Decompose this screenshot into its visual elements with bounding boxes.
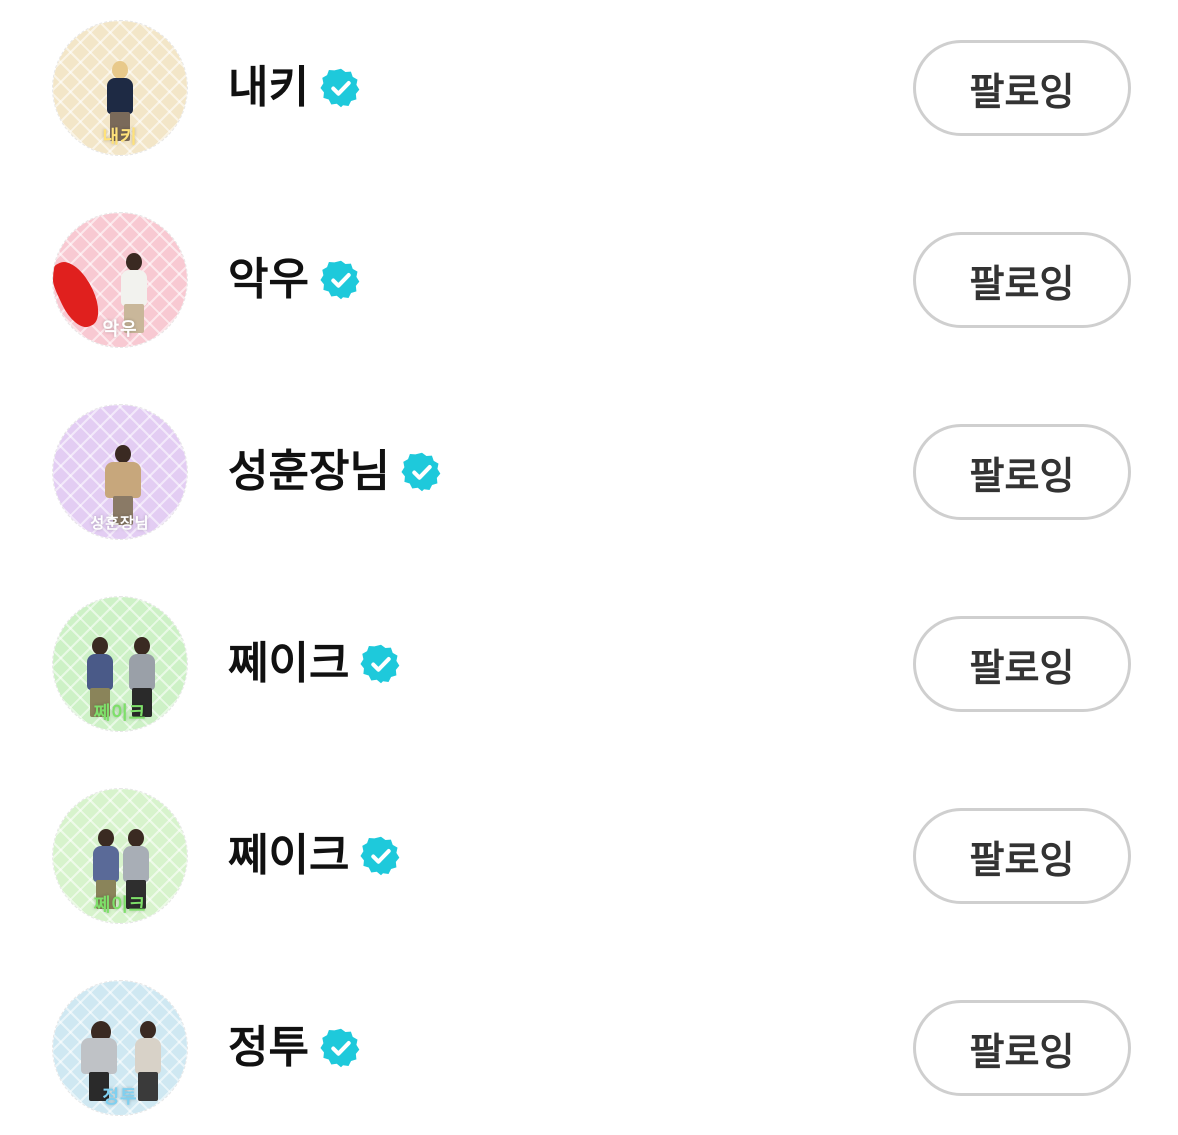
verified-badge-icon xyxy=(320,260,360,300)
list-item[interactable]: 성훈장님 성훈장님 팔로잉 xyxy=(0,404,1178,544)
list-item[interactable]: 정투 정투 팔로잉 xyxy=(0,980,1178,1120)
avatar[interactable]: 쩨이크 xyxy=(52,596,188,732)
avatar[interactable]: 내키 xyxy=(52,20,188,156)
username[interactable]: 쩨이크 xyxy=(228,636,349,692)
avatar-label: 성훈장님 xyxy=(90,514,150,532)
avatar-label: 쩨이크 xyxy=(93,703,147,724)
following-button[interactable]: 팔로잉 xyxy=(913,616,1131,712)
following-button[interactable]: 팔로잉 xyxy=(913,232,1131,328)
verified-badge-icon xyxy=(360,644,400,684)
following-button[interactable]: 팔로잉 xyxy=(913,40,1131,136)
username[interactable]: 쩨이크 xyxy=(228,828,349,884)
list-item[interactable]: 악우 악우 팔로잉 xyxy=(0,212,1178,352)
avatar-label: 내키 xyxy=(102,127,138,148)
following-button[interactable]: 팔로잉 xyxy=(913,424,1131,520)
username[interactable]: 성훈장님 xyxy=(228,444,390,500)
avatar[interactable]: 쩨이크 xyxy=(52,788,188,924)
username[interactable]: 악우 xyxy=(228,252,309,308)
avatar[interactable]: 정투 xyxy=(52,980,188,1116)
avatar-label: 정투 xyxy=(102,1087,138,1108)
avatar-label: 악우 xyxy=(102,319,138,340)
avatar[interactable]: 악우 xyxy=(52,212,188,348)
following-button[interactable]: 팔로잉 xyxy=(913,1000,1131,1096)
verified-badge-icon xyxy=(320,68,360,108)
verified-badge-icon xyxy=(320,1028,360,1068)
username[interactable]: 내키 xyxy=(228,60,309,116)
list-item[interactable]: 내키 내키 팔로잉 xyxy=(0,20,1178,160)
avatar-label: 쩨이크 xyxy=(93,895,147,916)
avatar[interactable]: 성훈장님 xyxy=(52,404,188,540)
verified-badge-icon xyxy=(401,452,441,492)
following-button[interactable]: 팔로잉 xyxy=(913,808,1131,904)
list-item[interactable]: 쩨이크 쩨이크 팔로잉 xyxy=(0,788,1178,928)
username[interactable]: 정투 xyxy=(228,1020,309,1076)
list-item[interactable]: 쩨이크 쩨이크 팔로잉 xyxy=(0,596,1178,736)
verified-badge-icon xyxy=(360,836,400,876)
